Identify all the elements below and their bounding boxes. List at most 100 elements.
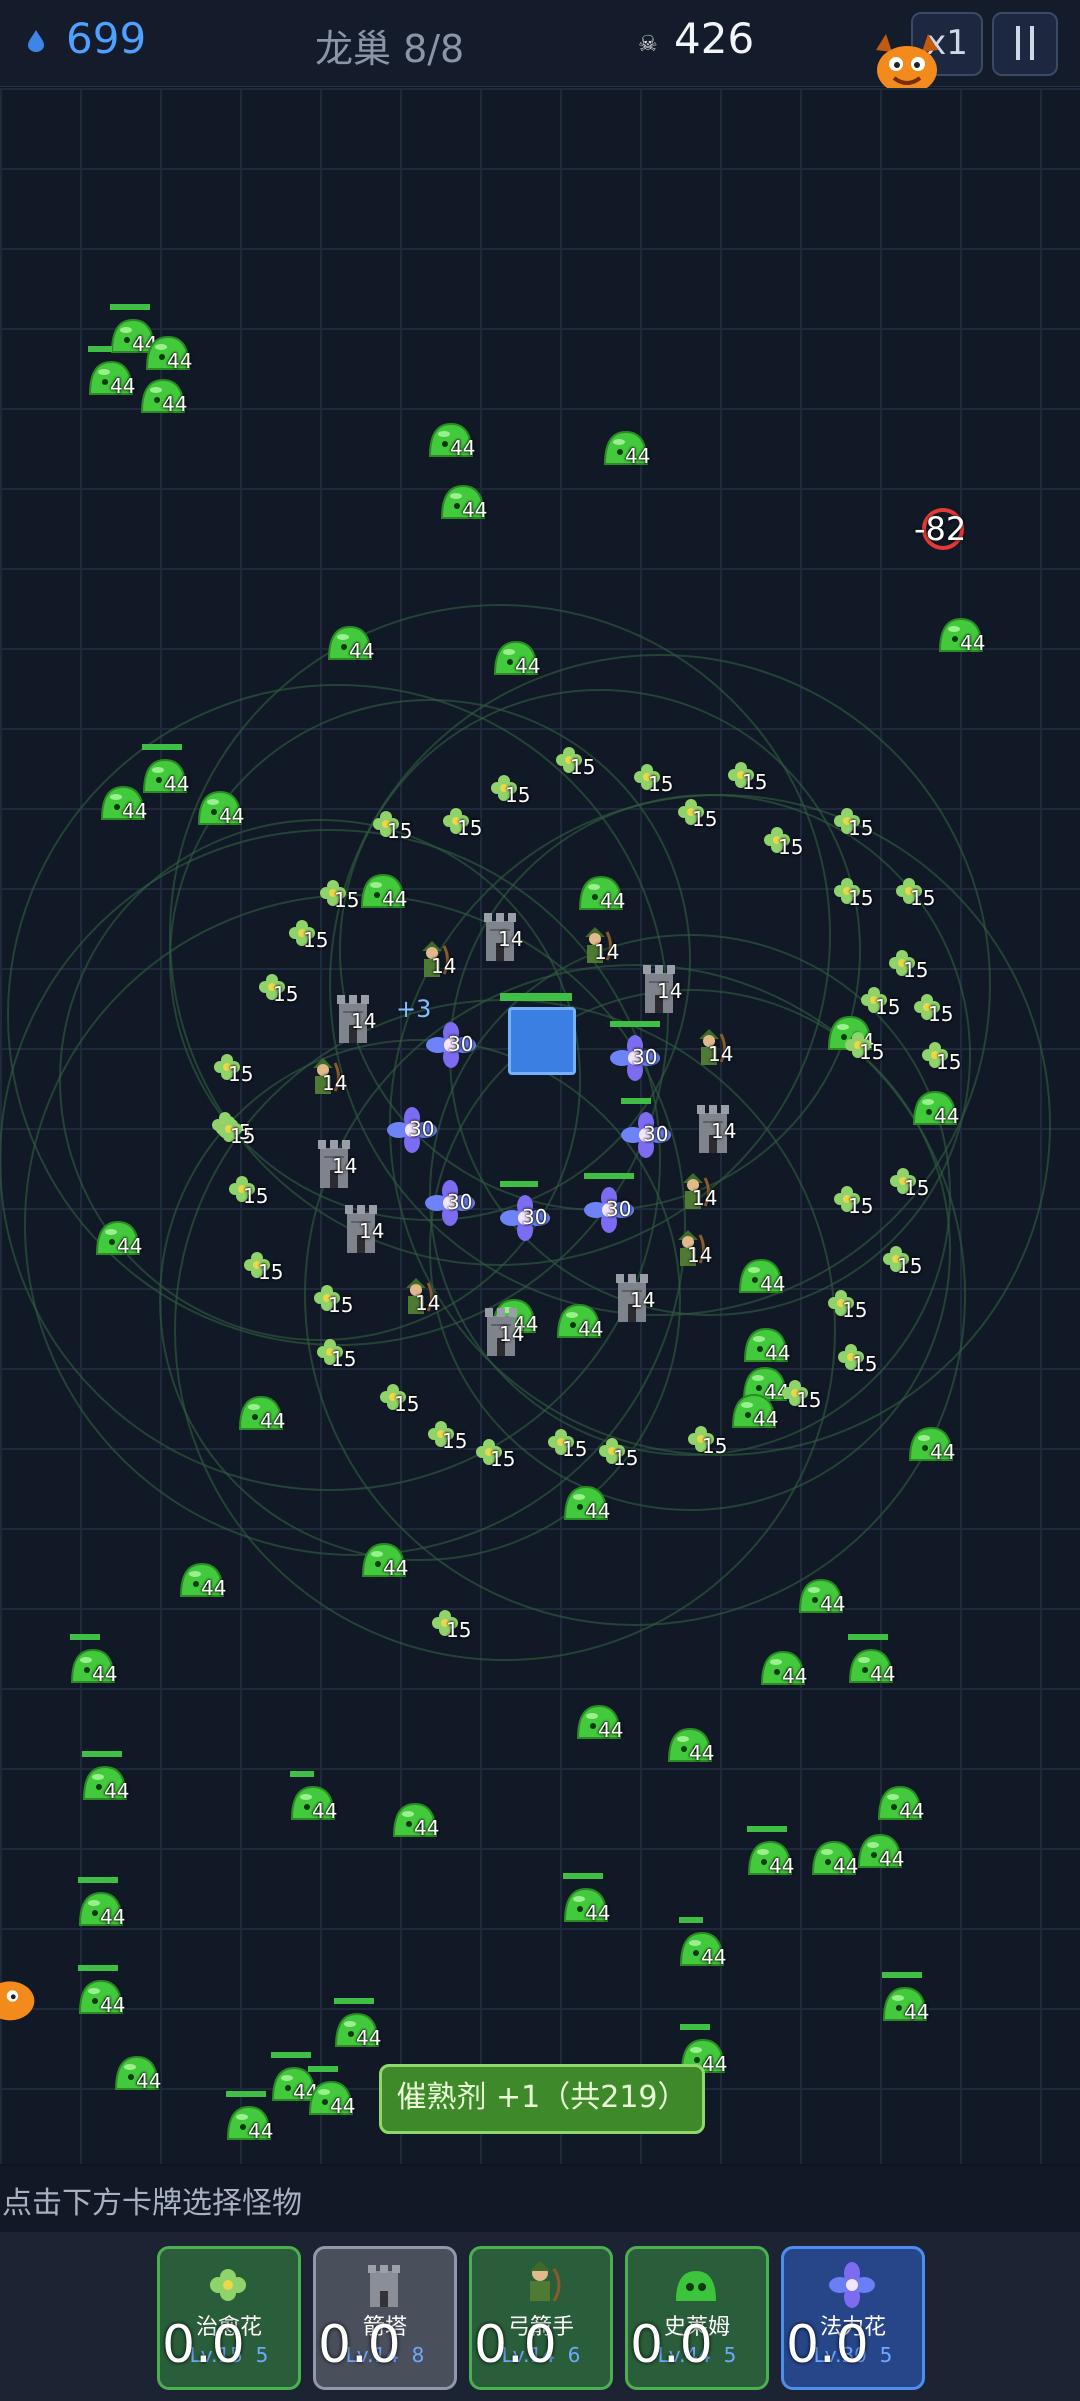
unit-health-bar [226,2091,266,2097]
unit-level-label: 44 [104,1779,130,1803]
unit-level-label: 44 [760,1272,786,1296]
unit-level-label: 44 [600,889,626,913]
unit-level-label: 15 [570,755,596,779]
card-heal-flower[interactable]: 治愈花 Lv.15 5 0.0 [157,2246,301,2390]
card-mana-flower[interactable]: 法力花 Lv.30 5 0.0 [781,2246,925,2390]
unit-level-label: 44 [164,772,190,796]
unit-level-label: 15 [331,1347,357,1371]
card-arrow-tower[interactable]: 箭塔 Lv.14 8 0.0 [313,2246,457,2390]
unit-level-label: 44 [820,1592,846,1616]
unit-level-label: 15 [442,1429,468,1453]
unit-level-label: 15 [648,772,674,796]
unit-level-label: 14 [499,1322,525,1346]
unit-level-label: 44 [833,1854,859,1878]
unit-level-label: 15 [702,1434,728,1458]
unit-level-label: 15 [230,1124,256,1148]
unit-level-label: 14 [332,1154,358,1178]
unit-level-label: 44 [248,2119,274,2143]
unit-level-label: 44 [260,1409,286,1433]
unit-level-label: 15 [228,1062,254,1086]
level-label: 龙巢 8/8 [315,27,465,71]
unit-level-label: 14 [630,1288,656,1312]
unit-level-label: 15 [387,819,413,843]
archer-icon [530,2261,561,2302]
unit-level-label: 15 [848,886,874,910]
unit-level-label: 44 [219,804,245,828]
unit-health-bar [110,304,150,310]
mana-drop-icon [28,30,44,52]
unit-level-label: 14 [415,1291,441,1315]
card-cooldown: 0.0 [162,2315,245,2375]
unit-level-label: 44 [162,392,188,416]
unit-level-label: 15 [328,1293,354,1317]
unit-level-label: 15 [742,770,768,794]
unit-health-bar [680,2024,710,2030]
unit-level-label: 30 [448,1032,474,1056]
unit-level-label: 44 [701,1945,727,1969]
unit-level-label: 44 [167,349,193,373]
unit-level-label: 44 [382,887,408,911]
unit-health-bar [308,2066,338,2072]
unit-level-label: 14 [687,1243,713,1267]
unit-level-label: 15 [490,1447,516,1471]
card-slime[interactable]: 史莱姆 Lv.44 5 0.0 [625,2246,769,2390]
green-flower-icon [210,2269,246,2301]
unit-level-label: 30 [606,1197,632,1221]
unit-level-label: 15 [562,1437,588,1461]
unit-health-bar [584,1173,634,1179]
card-cooldown: 0.0 [474,2315,557,2375]
unit-level-label: 44 [92,1662,118,1686]
unit-level-label: 15 [903,958,929,982]
unit-level-label: 15 [273,982,299,1006]
unit-level-label: 15 [243,1184,269,1208]
unit-level-label: 15 [852,1352,878,1376]
hint-bar: 点击下方卡牌选择怪物 [0,2166,1080,2232]
unit-level-label: 44 [585,1499,611,1523]
unit-health-bar [500,1181,538,1187]
unit-level-label: 44 [383,1556,409,1580]
unit-level-label: 44 [765,1341,791,1365]
skull-icon: ☠ [638,32,658,57]
unit-level-label: 30 [447,1190,473,1214]
unit-level-label: 44 [117,1234,143,1258]
unit-health-bar [882,1972,922,1978]
heal-number: +3 [396,995,432,1023]
unit-level-label: 44 [689,1741,715,1765]
unit-level-label: 14 [594,940,620,964]
resource-counter: 699 [66,14,147,63]
card-archer[interactable]: 弓箭手 Lv.14 6 0.0 [469,2246,613,2390]
unit-level-label: 15 [936,1050,962,1074]
unit-level-label: 44 [414,1816,440,1840]
reward-toast: 催熟剂 +1（共219） [379,2064,705,2134]
battle-field[interactable]: 44 44 44 44 44 44 44 44 44 44 44 44 44 44 44 44 44 44 44 44… [0,88,1080,2164]
unit-level-label: 44 [753,1407,779,1431]
unit-level-label: 14 [322,1071,348,1095]
unit-level-label: 15 [394,1392,420,1416]
unit-health-bar [78,1877,118,1883]
unit-level-label: 44 [122,799,148,823]
unit-level-label: 44 [879,1847,905,1871]
unit-level-label: 15 [910,886,936,910]
card-cooldown: 0.0 [318,2315,401,2375]
unit-level-label: 44 [136,2069,162,2093]
slime-icon [676,2271,716,2301]
unit-level-label: 14 [431,954,457,978]
unit-level-label: 44 [100,1993,126,2017]
pause-button[interactable] [992,12,1058,76]
unit-level-label: 44 [960,631,986,655]
unit-level-label: 44 [585,1901,611,1925]
mana-flower-icon [829,2262,875,2308]
unit-level-label: 44 [312,1799,338,1823]
unit-health-bar [78,1965,118,1971]
unit-level-label: 44 [515,654,541,678]
unit-health-bar [334,1998,374,2004]
unit-health-bar [271,2052,311,2058]
player-base[interactable] [508,1007,576,1075]
unit-health-bar [82,1751,122,1757]
unit-level-label: 30 [643,1122,669,1146]
base-health-bar [500,993,572,1001]
unit-level-label: 14 [692,1186,718,1210]
unit-level-label: 44 [904,2000,930,2024]
unit-level-label: 44 [870,1662,896,1686]
unit-level-label: 15 [796,1388,822,1412]
